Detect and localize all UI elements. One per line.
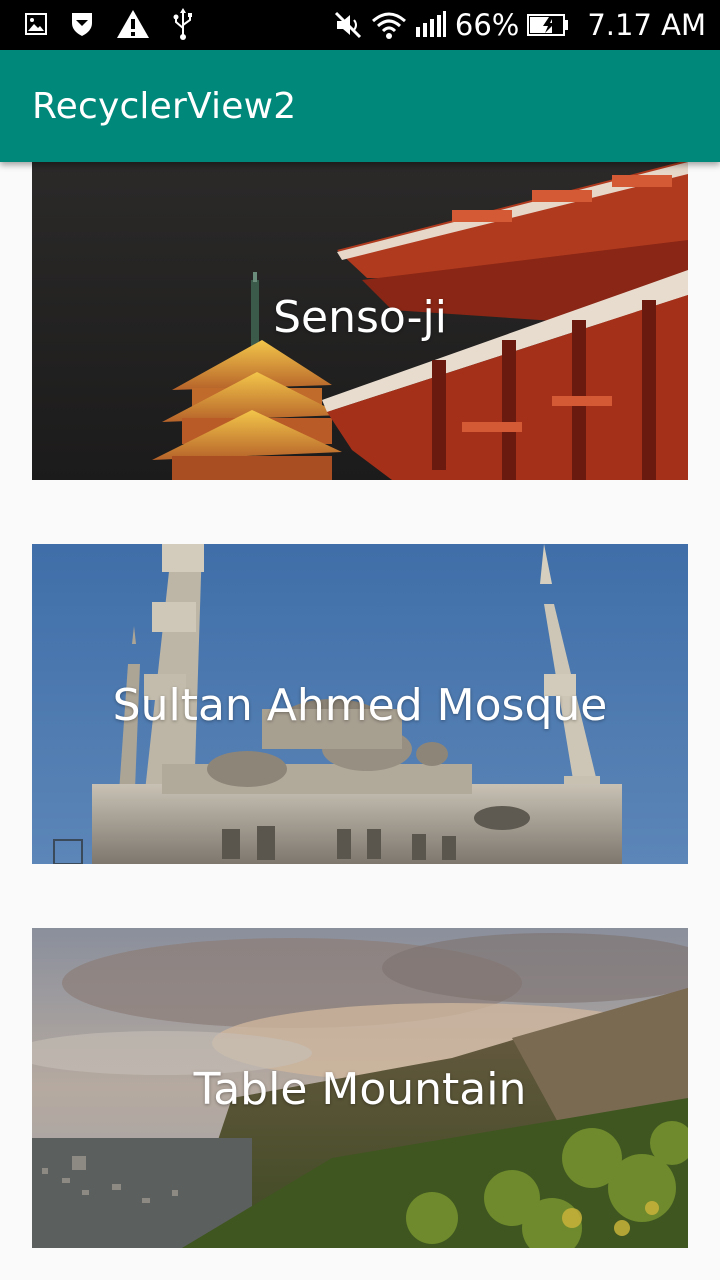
list-item-label: Sultan Ahmed Mosque — [112, 680, 608, 731]
signal-icon — [415, 11, 446, 37]
status-bar: 66% 7.17 AM — [0, 0, 720, 50]
app-bar: RecyclerView2 — [0, 50, 720, 162]
battery-charging-icon — [527, 14, 569, 36]
list-item-label: Table Mountain — [193, 1064, 527, 1115]
usb-icon — [173, 8, 192, 40]
list-item-label: Senso-ji — [273, 292, 447, 343]
app-title: RecyclerView2 — [32, 86, 297, 127]
mute-icon — [334, 11, 361, 39]
list-item-sultan-ahmed-mosque[interactable]: Sultan Ahmed Mosque — [32, 544, 688, 864]
status-right-icons: 66% 7.17 AM — [333, 6, 706, 44]
status-left-icons — [24, 8, 194, 40]
warning-icon — [117, 10, 149, 38]
image-notification-icon — [25, 13, 47, 35]
list-item-senso-ji[interactable]: Senso-ji — [32, 160, 688, 480]
list-item-table-mountain[interactable]: Table Mountain — [32, 928, 688, 1248]
shield-icon — [72, 13, 92, 36]
status-time: 7.17 AM — [587, 8, 706, 42]
wifi-icon — [371, 12, 406, 39]
battery-percent: 66% — [454, 8, 520, 42]
